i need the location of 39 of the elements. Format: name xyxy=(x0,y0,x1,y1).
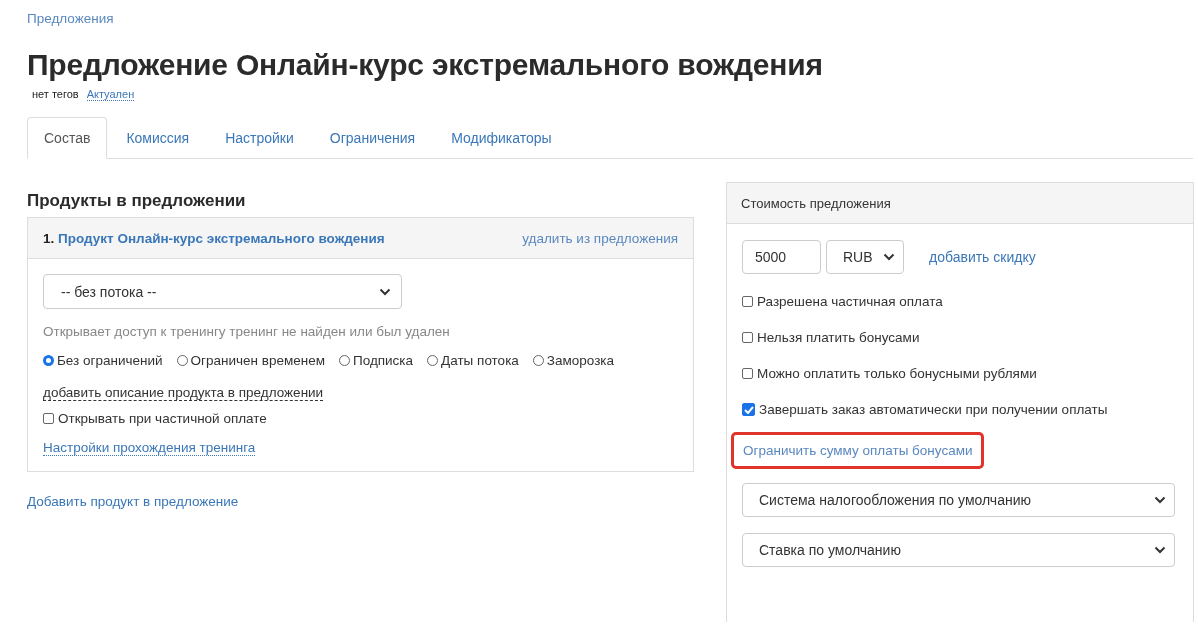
training-settings-link[interactable]: Настройки прохождения тренинга xyxy=(43,440,256,456)
access-radio[interactable]: Подписка xyxy=(338,353,414,368)
breadcrumb-link[interactable]: Предложения xyxy=(27,11,114,26)
tab[interactable]: Состав xyxy=(27,117,108,159)
panel-title: Стоимость предложения xyxy=(741,195,891,211)
access-radio[interactable]: Даты потока xyxy=(427,353,519,368)
tab[interactable]: Комиссия xyxy=(109,117,207,159)
access-radio[interactable]: Ограничен временем xyxy=(176,353,325,368)
tags-label: нет тегов xyxy=(32,88,79,101)
payment-option-checkbox[interactable]: Завершать заказ автоматически при получении оплаты xyxy=(742,402,1178,417)
partial-payment-checkbox[interactable]: Открывать при частичной оплате xyxy=(43,411,267,426)
add-discount-link[interactable]: добавить скидку xyxy=(929,249,1036,265)
chevron-down-icon xyxy=(1154,496,1166,504)
payment-option-checkbox[interactable]: Нельзя платить бонусами xyxy=(742,330,1178,345)
remove-link[interactable]: удалить из предложения xyxy=(522,230,678,246)
status-link[interactable]: Актуален xyxy=(86,88,135,101)
tab[interactable]: Модификаторы xyxy=(434,117,569,159)
amount-field[interactable]: 5000 xyxy=(742,240,821,274)
chevron-down-icon xyxy=(1154,546,1166,554)
access-note: Открывает доступ к тренингу тренинг не найден или был удален xyxy=(43,324,450,339)
access-radio[interactable]: Без ограничений xyxy=(43,353,163,368)
tax-rate-select[interactable]: Ставка по умолчанию xyxy=(742,533,1175,567)
section-heading: Продукты в предложении xyxy=(27,191,247,211)
currency-select[interactable]: RUB xyxy=(826,240,904,274)
chevron-down-icon xyxy=(883,253,895,261)
tax-system-select[interactable]: Система налогообложения по умолчанию xyxy=(742,483,1175,517)
access-radio[interactable]: Заморозка xyxy=(532,353,615,368)
tab[interactable]: Ограничения xyxy=(312,117,433,159)
stream-select[interactable]: -- без потока -- xyxy=(43,274,402,309)
chevron-down-icon xyxy=(379,287,391,296)
payment-option-checkbox[interactable]: Можно оплатить только бонусными рублями xyxy=(742,366,1178,381)
tab[interactable]: Настройки xyxy=(208,117,311,159)
bonus-limit-link[interactable]: Ограничить сумму оплаты бонусами xyxy=(731,432,985,469)
product-title: 1. Продукт Онлайн-курс экстремального вождения xyxy=(43,230,385,246)
page-title: Предложение Онлайн-курс экстремального вождения xyxy=(27,48,824,82)
add-product-link[interactable]: Добавить продукт в предложение xyxy=(27,494,239,509)
payment-option-checkbox[interactable]: Разрешена частичная оплата xyxy=(742,294,1178,309)
checkmark-icon xyxy=(743,405,754,414)
add-description-link[interactable]: добавить описание продукта в предложении xyxy=(43,385,324,401)
